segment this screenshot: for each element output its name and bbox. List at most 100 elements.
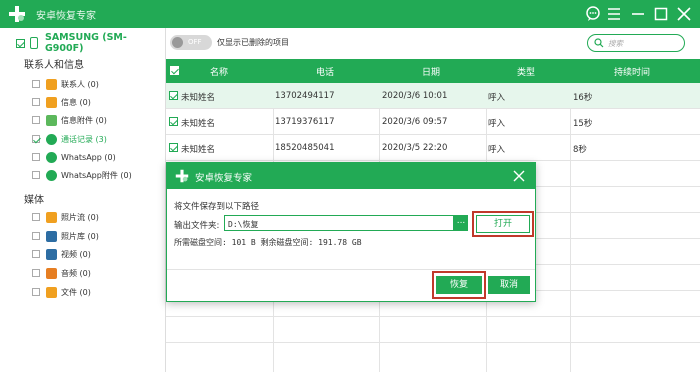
- disk-space-info: 所需磁盘空间: 101 B 剩余磁盘空间: 191.78 GB: [174, 238, 362, 247]
- folder-icon: [46, 286, 57, 298]
- group-title-media: 媒体: [24, 195, 44, 206]
- cell-phone: 18520485041: [275, 143, 335, 153]
- cell-duration: 15秒: [573, 119, 593, 129]
- close-icon[interactable]: [675, 5, 693, 23]
- device-name: SAMSUNG (SM-G900F): [44, 32, 127, 54]
- cell-type: 呼入: [488, 93, 506, 103]
- browse-button[interactable]: ...: [454, 215, 468, 231]
- table-header: 名称 电话 日期 类型 持续时间: [166, 59, 700, 83]
- output-folder-value: D:\恢复: [228, 220, 259, 229]
- cell-name: 未知姓名: [181, 93, 216, 103]
- menu-icon[interactable]: [605, 5, 623, 23]
- audio-checkbox[interactable]: [32, 269, 40, 277]
- select-all-checkbox[interactable]: [170, 66, 179, 75]
- column-header-date[interactable]: 日期: [422, 65, 440, 78]
- cell-name: 未知姓名: [181, 119, 216, 129]
- sidebar-item-audio[interactable]: 音频 (0): [32, 266, 91, 280]
- cell-duration: 16秒: [573, 93, 593, 103]
- video-icon: [46, 248, 57, 260]
- call-log-checkbox[interactable]: [32, 135, 40, 143]
- sidebar-item-video[interactable]: 视频 (0): [32, 247, 91, 261]
- toggle-knob: [172, 37, 183, 48]
- whatsapp-checkbox[interactable]: [32, 153, 40, 161]
- row-divider: [166, 342, 700, 343]
- sidebar-item-label: 信息 (0): [61, 97, 91, 107]
- app-title: 安卓恢复专家: [36, 11, 96, 22]
- feedback-icon[interactable]: [584, 5, 602, 23]
- sidebar-item-label: 照片库 (0): [61, 231, 99, 241]
- audio-icon: [46, 267, 57, 279]
- cell-name: 未知姓名: [181, 145, 216, 155]
- deleted-only-toggle[interactable]: OFF: [170, 35, 212, 50]
- sidebar-item-label: 联系人 (0): [61, 79, 99, 89]
- sidebar-item-label: WhatsApp附件 (0): [61, 170, 132, 180]
- search-input[interactable]: 搜索: [587, 34, 685, 52]
- cancel-button[interactable]: 取消: [488, 276, 530, 294]
- column-header-duration[interactable]: 持续时间: [614, 65, 650, 78]
- photo-stream-icon: [46, 211, 57, 223]
- sidebar-item-label: 照片流 (0): [61, 212, 99, 222]
- sidebar-item-photo-library[interactable]: 照片库 (0): [32, 229, 99, 243]
- phone-icon: [30, 37, 38, 49]
- sidebar-item-label: WhatsApp (0): [61, 152, 116, 162]
- sidebar-item-photo-stream[interactable]: 照片流 (0): [32, 210, 99, 224]
- attachments-checkbox[interactable]: [32, 116, 40, 124]
- cell-date: 2020/3/5 22:20: [382, 143, 448, 153]
- app-logo-icon: [9, 6, 25, 22]
- video-checkbox[interactable]: [32, 250, 40, 258]
- sidebar-item-label: 音频 (0): [61, 268, 91, 278]
- sidebar-item-label: 通话记录 (3): [61, 134, 107, 144]
- sidebar-item-call-log[interactable]: 通话记录 (3): [32, 132, 107, 146]
- cell-date: 2020/3/6 09:57: [382, 117, 448, 127]
- sidebar-item-whatsapp[interactable]: WhatsApp (0): [32, 150, 116, 164]
- maximize-icon[interactable]: [652, 5, 670, 23]
- photo-library-checkbox[interactable]: [32, 232, 40, 240]
- cell-phone: 13702494117: [275, 91, 335, 101]
- column-header-type[interactable]: 类型: [517, 65, 535, 78]
- output-folder-input[interactable]: D:\恢复: [224, 215, 454, 231]
- cell-type: 呼入: [488, 145, 506, 155]
- sidebar-item-label: 视频 (0): [61, 249, 91, 259]
- sidebar-item-whatsapp-attachments[interactable]: WhatsApp附件 (0): [32, 168, 132, 182]
- minimize-icon[interactable]: [629, 5, 647, 23]
- output-folder-label: 输出文件夹:: [174, 221, 220, 231]
- dialog-prompt: 将文件保存到以下路径: [174, 202, 260, 212]
- sidebar-item-label: 信息附件 (0): [61, 115, 107, 125]
- whatsapp-attachments-checkbox[interactable]: [32, 171, 40, 179]
- device-checkbox[interactable]: [16, 38, 25, 48]
- contacts-checkbox[interactable]: [32, 80, 40, 88]
- whatsapp-attachment-icon: [46, 169, 57, 181]
- files-checkbox[interactable]: [32, 288, 40, 296]
- sidebar-item-message-attachments[interactable]: 信息附件 (0): [32, 113, 107, 127]
- row-checkbox[interactable]: [169, 117, 178, 126]
- sidebar-item-files[interactable]: 文件 (0): [32, 285, 91, 299]
- recover-button[interactable]: 恢复: [436, 276, 482, 294]
- toggle-label: 仅显示已删除的项目: [217, 38, 289, 47]
- cell-duration: 8秒: [573, 145, 587, 155]
- group-title-contacts-messages: 联系人和信息: [24, 60, 84, 71]
- row-checkbox[interactable]: [169, 91, 178, 100]
- column-header-name[interactable]: 名称: [210, 65, 228, 78]
- table-row[interactable]: 未知姓名 13719376117 2020/3/6 09:57 呼入 15秒: [166, 109, 700, 135]
- contacts-icon: [46, 78, 57, 90]
- title-bar: 安卓恢复专家: [0, 0, 700, 28]
- save-dialog: 安卓恢复专家 将文件保存到以下路径 输出文件夹: D:\恢复 ... 打开 所需…: [166, 162, 536, 302]
- column-header-phone[interactable]: 电话: [316, 65, 334, 78]
- dialog-title-bar: 安卓恢复专家: [167, 163, 535, 189]
- row-checkbox[interactable]: [169, 143, 178, 152]
- table-row[interactable]: 未知姓名 18520485041 2020/3/5 22:20 呼入 8秒: [166, 135, 700, 161]
- app-logo-icon: [175, 169, 189, 183]
- sidebar: SAMSUNG (SM-G900F) 联系人和信息 联系人 (0) 信息 (0)…: [0, 28, 166, 372]
- device-item[interactable]: SAMSUNG (SM-G900F): [16, 32, 165, 54]
- dialog-title: 安卓恢复专家: [195, 173, 253, 184]
- photo-stream-checkbox[interactable]: [32, 213, 40, 221]
- sidebar-item-contacts[interactable]: 联系人 (0): [32, 77, 99, 91]
- table-row[interactable]: 未知姓名 13702494117 2020/3/6 10:01 呼入 16秒: [166, 83, 700, 109]
- messages-checkbox[interactable]: [32, 98, 40, 106]
- sidebar-item-messages[interactable]: 信息 (0): [32, 95, 91, 109]
- attachment-icon: [46, 114, 57, 126]
- open-button[interactable]: 打开: [476, 215, 530, 233]
- dialog-close-icon[interactable]: [513, 170, 525, 182]
- toggle-state-text: OFF: [188, 38, 202, 46]
- cell-phone: 13719376117: [275, 117, 335, 127]
